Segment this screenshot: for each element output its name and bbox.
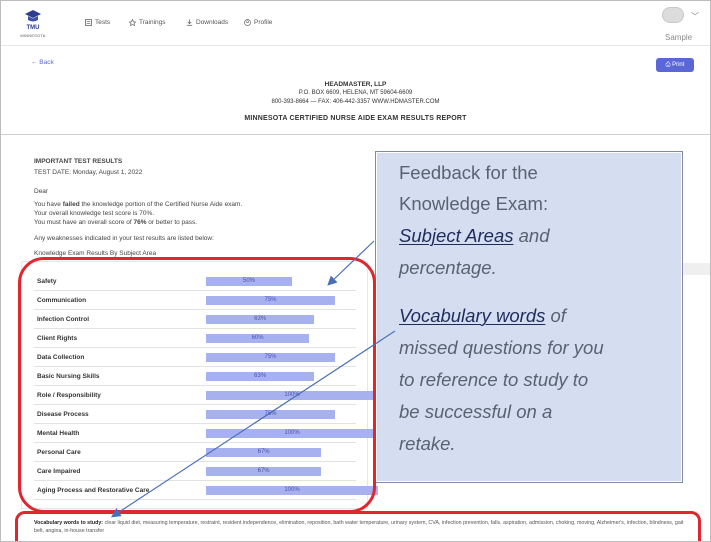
- logo[interactable]: TMU MINNESOTA: [13, 7, 53, 39]
- nav-tests[interactable]: Tests: [85, 19, 110, 26]
- divider: [1, 134, 710, 135]
- user-name: Sample: [665, 33, 693, 42]
- tests-icon: [85, 19, 92, 26]
- callout-line-3: Subject Areas and: [399, 225, 550, 247]
- subject-table-highlight: [18, 257, 376, 513]
- report-title: MINNESOTA CERTIFIED NURSE AIDE EXAM RESU…: [244, 115, 467, 122]
- company-address: P.O. BOX 6609, HELENA, MT 59604-6609: [298, 90, 413, 96]
- callout-line-5-rest: of: [545, 305, 566, 326]
- company-contact: 800-393-8664 — FAX: 406-442-3357 WWW.HDM…: [271, 99, 440, 105]
- back-link[interactable]: ← Back: [31, 59, 54, 66]
- logo-subtext: MINNESOTA: [20, 33, 46, 38]
- result-line-4: Any weaknesses indicated in your test re…: [34, 235, 214, 242]
- result-line-1: You have failed the knowledge portion of…: [34, 201, 242, 208]
- callout-line-4: percentage.: [399, 257, 497, 278]
- nav-downloads-label: Downloads: [196, 19, 229, 26]
- callout-vocabulary-words: Vocabulary words: [399, 305, 546, 326]
- annotation-callout: Feedback for the Knowledge Exam: Subject…: [375, 151, 683, 483]
- callout-subject-areas: Subject Areas: [399, 225, 514, 246]
- callout-line-2: Knowledge Exam:: [399, 193, 549, 214]
- nav-downloads[interactable]: Downloads: [186, 19, 228, 26]
- vocabulary-highlight: [15, 511, 701, 541]
- nav-trainings[interactable]: Trainings: [129, 19, 166, 26]
- table-title: Knowledge Exam Results By Subject Area: [34, 250, 157, 257]
- profile-icon: [244, 19, 251, 26]
- report-window: TMU MINNESOTA Tests Trainings Downloads …: [0, 0, 711, 542]
- nav-profile[interactable]: Profile: [244, 19, 272, 26]
- test-date: TEST DATE: Monday, August 1, 2022: [34, 169, 143, 176]
- print-button-label: Print: [672, 62, 685, 68]
- result-failed: failed: [62, 201, 80, 208]
- result-line-3-c: or better to pass.: [146, 219, 198, 226]
- result-line-1-a: You have: [34, 201, 63, 208]
- nav-profile-label: Profile: [254, 19, 273, 26]
- result-line-1-c: the knowledge portion of the Certified N…: [79, 201, 243, 208]
- callout-line-1: Feedback for the: [399, 162, 538, 183]
- callout-line-3-rest: and: [513, 225, 550, 246]
- callout-line-8: be successful on a: [399, 401, 553, 422]
- results-heading: IMPORTANT TEST RESULTS: [34, 158, 123, 165]
- result-line-3: You must have an overall score of 76% or…: [34, 219, 197, 226]
- logo-text: TMU: [26, 25, 40, 31]
- callout-line-9: retake.: [399, 433, 456, 454]
- callout-line-7: to reference to study to: [399, 369, 589, 390]
- result-line-3-a: You must have an overall score of: [34, 219, 134, 226]
- callout-line-6: missed questions for you: [399, 337, 604, 358]
- company-name: HEADMASTER, LLP: [324, 81, 387, 88]
- salutation: Dear: [34, 188, 49, 195]
- graduation-cap-icon: [25, 10, 41, 22]
- nav-tests-label: Tests: [95, 19, 111, 26]
- print-button[interactable]: ⎙ Print: [656, 58, 694, 72]
- callout-line-5: Vocabulary words of: [399, 305, 566, 327]
- trainings-icon: [129, 19, 136, 26]
- user-avatar[interactable]: [662, 7, 684, 23]
- chevron-down-icon[interactable]: ﹀: [691, 11, 699, 22]
- nav-trainings-label: Trainings: [139, 19, 166, 26]
- result-line-2: Your overall knowledge test score is 70%…: [34, 210, 155, 217]
- top-navigation-bar: TMU MINNESOTA Tests Trainings Downloads …: [1, 1, 710, 46]
- pass-score: 76%: [133, 219, 147, 226]
- download-icon: [186, 19, 193, 26]
